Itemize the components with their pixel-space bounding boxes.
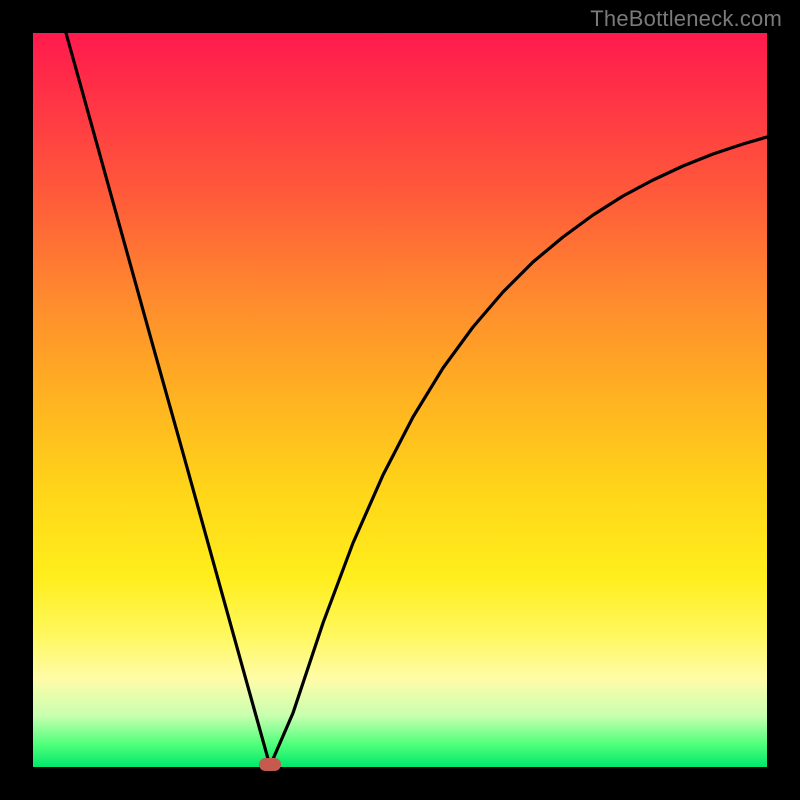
- minimum-marker: [259, 758, 281, 771]
- plot-area: [33, 33, 767, 767]
- watermark-text: TheBottleneck.com: [590, 6, 782, 32]
- bottleneck-curve: [33, 33, 767, 767]
- chart-frame: TheBottleneck.com: [0, 0, 800, 800]
